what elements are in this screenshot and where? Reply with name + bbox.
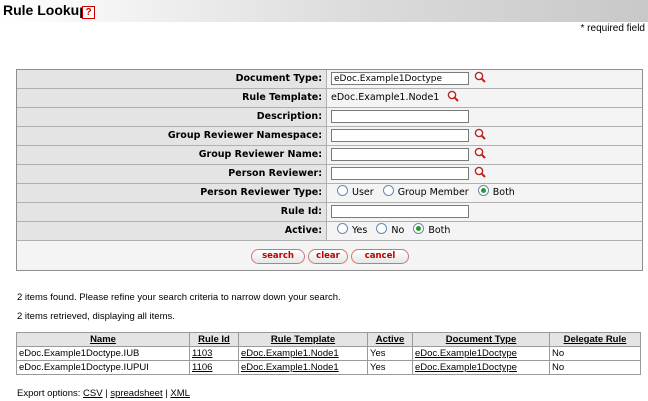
criteria-row-description: Description: (17, 108, 642, 127)
column-header-active[interactable]: Active (367, 332, 413, 347)
clear-button[interactable]: clear (308, 249, 348, 264)
person-reviewer-type-radio-group: User Group Member Both (337, 184, 521, 202)
rule-template-link[interactable]: eDoc.Example1.Node1 (241, 348, 339, 359)
radio-user[interactable] (337, 185, 348, 196)
criteria-row-person-reviewer-type: Person Reviewer Type: User Group Member … (17, 184, 642, 203)
magnifier-icon[interactable] (447, 90, 459, 102)
group-reviewer-namespace-label: Group Reviewer Namespace: (17, 127, 327, 145)
radio-active-no[interactable] (376, 223, 388, 234)
active-label: Active: (17, 222, 327, 240)
criteria-row-rule-template: Rule Template: eDoc.Example1.Node1 (17, 89, 642, 108)
rule-id-link[interactable]: 1103 (192, 348, 212, 359)
rule-id-link[interactable]: 1106 (192, 362, 212, 373)
document-type-link[interactable]: eDoc.Example1Doctype (415, 362, 517, 373)
title-bar: Rule Lookup ? (0, 0, 648, 22)
table-row: eDoc.Example1Doctype.IUB 1103 eDoc.Examp… (16, 346, 641, 361)
column-header-rule-id[interactable]: Rule Id (189, 332, 239, 347)
person-reviewer-label: Person Reviewer: (17, 165, 327, 183)
required-field-note: * required field (580, 23, 645, 34)
radio-active-yes[interactable] (337, 223, 348, 234)
help-icon[interactable]: ? (82, 6, 95, 19)
export-spreadsheet-link[interactable]: spreadsheet (110, 388, 162, 399)
rule-id-label: Rule Id: (17, 203, 327, 221)
rule-template-link[interactable]: eDoc.Example1.Node1 (241, 362, 339, 373)
criteria-row-rule-id: Rule Id: (17, 203, 642, 222)
search-button[interactable]: search (251, 249, 305, 264)
lookup-criteria-form: Document Type: eDoc.Example1Doctype Rule… (16, 69, 643, 271)
criteria-row-group-reviewer-name: Group Reviewer Name: (17, 146, 642, 165)
results-table: Name Rule Id Rule Template Active Docume… (16, 332, 641, 375)
document-type-link[interactable]: eDoc.Example1Doctype (415, 348, 517, 359)
rule-template-value: eDoc.Example1.Node1 (331, 92, 440, 103)
criteria-row-person-reviewer: Person Reviewer: (17, 165, 642, 184)
radio-group-member-label: Group Member (397, 187, 469, 198)
radio-active-both-selected[interactable] (413, 223, 425, 234)
cell-delegate-rule: No (549, 360, 641, 375)
cell-name: eDoc.Example1Doctype.IUPUI (16, 360, 190, 375)
group-reviewer-name-label: Group Reviewer Name: (17, 146, 327, 164)
export-csv-link[interactable]: CSV (83, 388, 103, 399)
radio-both-label: Both (492, 187, 515, 198)
magnifier-icon[interactable] (474, 128, 486, 140)
export-options: Export options: CSV | spreadsheet | XML (17, 388, 190, 399)
radio-active-both-label: Both (428, 225, 451, 236)
radio-user-label: User (352, 187, 374, 198)
results-header-row: Name Rule Id Rule Template Active Docume… (16, 332, 641, 347)
cell-name: eDoc.Example1Doctype.IUB (16, 346, 190, 361)
column-header-delegate-rule[interactable]: Delegate Rule (549, 332, 641, 347)
magnifier-icon[interactable] (474, 71, 486, 83)
rule-template-label: Rule Template: (17, 89, 327, 107)
description-input[interactable] (331, 110, 469, 123)
magnifier-icon[interactable] (474, 166, 486, 178)
radio-active-yes-label: Yes (352, 225, 368, 236)
cancel-button[interactable]: cancel (351, 249, 409, 264)
column-header-document-type[interactable]: Document Type (412, 332, 550, 347)
group-reviewer-namespace-input[interactable] (331, 129, 469, 142)
person-reviewer-type-label: Person Reviewer Type: (17, 184, 327, 202)
group-reviewer-name-input[interactable] (331, 148, 469, 161)
export-options-label: Export options: (17, 388, 81, 399)
page-title: Rule Lookup (3, 2, 88, 18)
cell-active: Yes (367, 346, 413, 361)
export-xml-link[interactable]: XML (170, 388, 190, 399)
items-retrieved-message: 2 items retrieved, displaying all items. (17, 311, 175, 322)
magnifier-icon[interactable] (474, 147, 486, 159)
rule-id-input[interactable] (331, 205, 469, 218)
criteria-row-active: Active: Yes No Both (17, 222, 642, 241)
person-reviewer-input[interactable] (331, 167, 469, 180)
radio-both-selected[interactable] (477, 185, 489, 196)
criteria-row-group-reviewer-namespace: Group Reviewer Namespace: (17, 127, 642, 146)
document-type-input[interactable]: eDoc.Example1Doctype (331, 72, 469, 85)
criteria-row-document-type: Document Type: eDoc.Example1Doctype (17, 70, 642, 89)
radio-group-member[interactable] (382, 185, 394, 196)
table-row: eDoc.Example1Doctype.IUPUI 1106 eDoc.Exa… (16, 360, 641, 375)
radio-active-no-label: No (391, 225, 405, 236)
column-header-rule-template[interactable]: Rule Template (238, 332, 368, 347)
document-type-label: Document Type: (17, 70, 327, 88)
cell-active: Yes (367, 360, 413, 375)
cell-delegate-rule: No (549, 346, 641, 361)
items-found-message: 2 items found. Please refine your search… (17, 292, 341, 303)
column-header-name[interactable]: Name (16, 332, 190, 347)
button-row: search clear cancel (17, 246, 642, 270)
description-label: Description: (17, 108, 327, 126)
active-radio-group: Yes No Both (337, 222, 456, 240)
